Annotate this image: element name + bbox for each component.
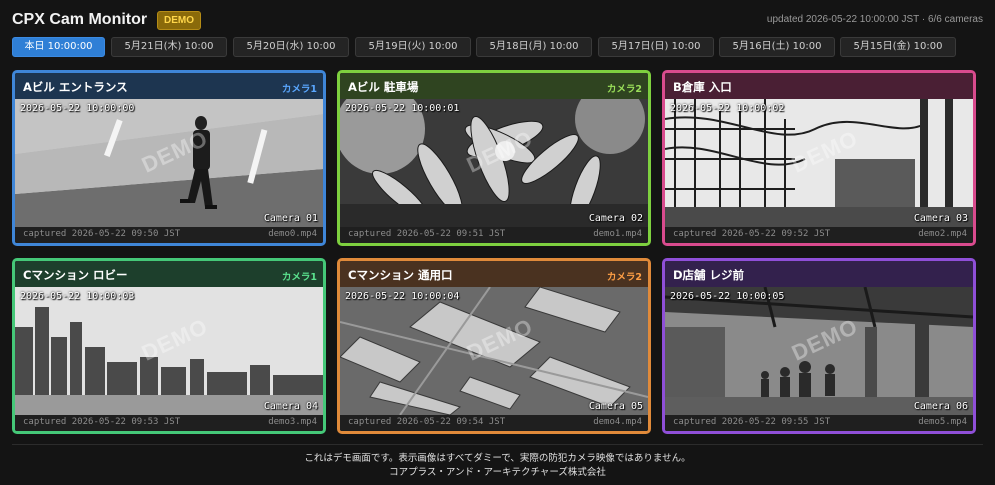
card-footer: captured 2026-05-22 09:50 JST demo0.mp4 — [15, 227, 323, 243]
captured-time: captured 2026-05-22 09:53 JST — [23, 417, 181, 427]
camera-card[interactable]: Aビル エントランス カメラ1 DEMO 2026-05-22 10:00:00… — [12, 70, 326, 246]
camera-title: D店舗 レジ前 — [673, 268, 745, 282]
captured-time: captured 2026-05-22 09:51 JST — [348, 229, 506, 239]
card-header: Cマンション 通用口 カメラ2 — [340, 261, 648, 287]
captured-time: captured 2026-05-22 09:54 JST — [348, 417, 506, 427]
camera-feed[interactable]: DEMO 2026-05-22 10:00:00 Camera 01 — [15, 99, 323, 227]
card-footer: captured 2026-05-22 09:53 JST demo3.mp4 — [15, 415, 323, 431]
company-name: コアプラス・アンド・アーキテクチャーズ株式会社 — [389, 467, 606, 478]
camera-card[interactable]: D店舗 レジ前 DEMO 2026-05-22 10:00:05 Camera … — [662, 258, 976, 434]
feed-camera-name: Camera 04 — [263, 401, 318, 412]
feed-camera-name: Camera 03 — [913, 213, 968, 224]
date-tabs: 本日 10:00:00 5月21日(木) 10:00 5月20日(水) 10:0… — [12, 37, 983, 57]
source-file: demo2.mp4 — [918, 229, 967, 239]
source-file: demo1.mp4 — [593, 229, 642, 239]
source-file: demo4.mp4 — [593, 417, 642, 427]
camera-title: B倉庫 入口 — [673, 80, 732, 94]
card-footer: captured 2026-05-22 09:51 JST demo1.mp4 — [340, 227, 648, 243]
camera-feed[interactable]: DEMO 2026-05-22 10:00:03 Camera 04 — [15, 287, 323, 415]
feed-timestamp: 2026-05-22 10:00:02 — [670, 103, 785, 114]
camera-card[interactable]: Cマンション ロビー カメラ1 DEMO 2026-05-22 10:00:03… — [12, 258, 326, 434]
app-title: CPX Cam Monitor — [12, 11, 148, 28]
camera-title: Aビル エントランス — [23, 80, 128, 94]
camera-card[interactable]: Aビル 駐車場 カメラ2 DEMO 2026-05-22 10:00:01 Ca… — [337, 70, 651, 246]
feed-camera-name: Camera 02 — [588, 213, 643, 224]
captured-time: captured 2026-05-22 09:52 JST — [673, 229, 831, 239]
camera-label: カメラ1 — [281, 272, 317, 283]
camera-title: Cマンション ロビー — [23, 268, 128, 282]
updated-status: updated 2026-05-22 10:00:00 JST · 6/6 ca… — [766, 14, 983, 25]
card-footer: captured 2026-05-22 09:55 JST demo5.mp4 — [665, 415, 973, 431]
card-footer: captured 2026-05-22 09:52 JST demo2.mp4 — [665, 227, 973, 243]
card-header: B倉庫 入口 — [665, 73, 973, 99]
captured-time: captured 2026-05-22 09:50 JST — [23, 229, 181, 239]
card-header: Cマンション ロビー カメラ1 — [15, 261, 323, 287]
tab-today[interactable]: 本日 10:00:00 — [12, 37, 105, 57]
camera-card[interactable]: B倉庫 入口 DEMO 2026-05-22 10:00:02 Camera 0… — [662, 70, 976, 246]
feed-timestamp: 2026-05-22 10:00:00 — [20, 103, 135, 114]
feed-timestamp: 2026-05-22 10:00:01 — [345, 103, 460, 114]
card-header: D店舗 レジ前 — [665, 261, 973, 287]
tab-may-15[interactable]: 5月15日(金) 10:00 — [840, 37, 956, 57]
camera-title: Aビル 駐車場 — [348, 80, 419, 94]
card-header: Aビル エントランス カメラ1 — [15, 73, 323, 99]
demo-badge: DEMO — [157, 11, 201, 30]
camera-feed[interactable]: DEMO 2026-05-22 10:00:05 Camera 06 — [665, 287, 973, 415]
camera-title: Cマンション 通用口 — [348, 268, 453, 282]
source-file: demo0.mp4 — [268, 229, 317, 239]
card-footer: captured 2026-05-22 09:54 JST demo4.mp4 — [340, 415, 648, 431]
feed-timestamp: 2026-05-22 10:00:05 — [670, 291, 785, 302]
header: CPX Cam Monitor DEMO updated 2026-05-22 … — [12, 10, 983, 32]
card-header: Aビル 駐車場 カメラ2 — [340, 73, 648, 99]
camera-feed[interactable]: DEMO 2026-05-22 10:00:01 Camera 02 — [340, 99, 648, 227]
source-file: demo5.mp4 — [918, 417, 967, 427]
tab-may-17[interactable]: 5月17日(日) 10:00 — [598, 37, 714, 57]
camera-label: カメラ2 — [606, 84, 642, 95]
captured-time: captured 2026-05-22 09:55 JST — [673, 417, 831, 427]
camera-feed[interactable]: DEMO 2026-05-22 10:00:04 Camera 05 — [340, 287, 648, 415]
footer: これはデモ画面です。表示画像はすべてダミーで、実際の防犯カメラ映像ではありません… — [0, 452, 995, 480]
camera-label: カメラ2 — [606, 272, 642, 283]
camera-label: カメラ1 — [281, 84, 317, 95]
feed-timestamp: 2026-05-22 10:00:03 — [20, 291, 135, 302]
tab-may-20[interactable]: 5月20日(水) 10:00 — [233, 37, 349, 57]
disclaimer-text: これはデモ画面です。表示画像はすべてダミーで、実際の防犯カメラ映像ではありません… — [304, 453, 691, 464]
feed-camera-name: Camera 06 — [913, 401, 968, 412]
tab-may-18[interactable]: 5月18日(月) 10:00 — [476, 37, 592, 57]
feed-camera-name: Camera 05 — [588, 401, 643, 412]
tab-may-19[interactable]: 5月19日(火) 10:00 — [355, 37, 471, 57]
camera-card[interactable]: Cマンション 通用口 カメラ2 DEMO 2026-05-22 10:00:04… — [337, 258, 651, 434]
feed-camera-name: Camera 01 — [263, 213, 318, 224]
tab-may-16[interactable]: 5月16日(土) 10:00 — [719, 37, 835, 57]
footer-divider — [12, 444, 983, 445]
source-file: demo3.mp4 — [268, 417, 317, 427]
camera-feed[interactable]: DEMO 2026-05-22 10:00:02 Camera 03 — [665, 99, 973, 227]
feed-timestamp: 2026-05-22 10:00:04 — [345, 291, 460, 302]
tab-may-21[interactable]: 5月21日(木) 10:00 — [111, 37, 227, 57]
